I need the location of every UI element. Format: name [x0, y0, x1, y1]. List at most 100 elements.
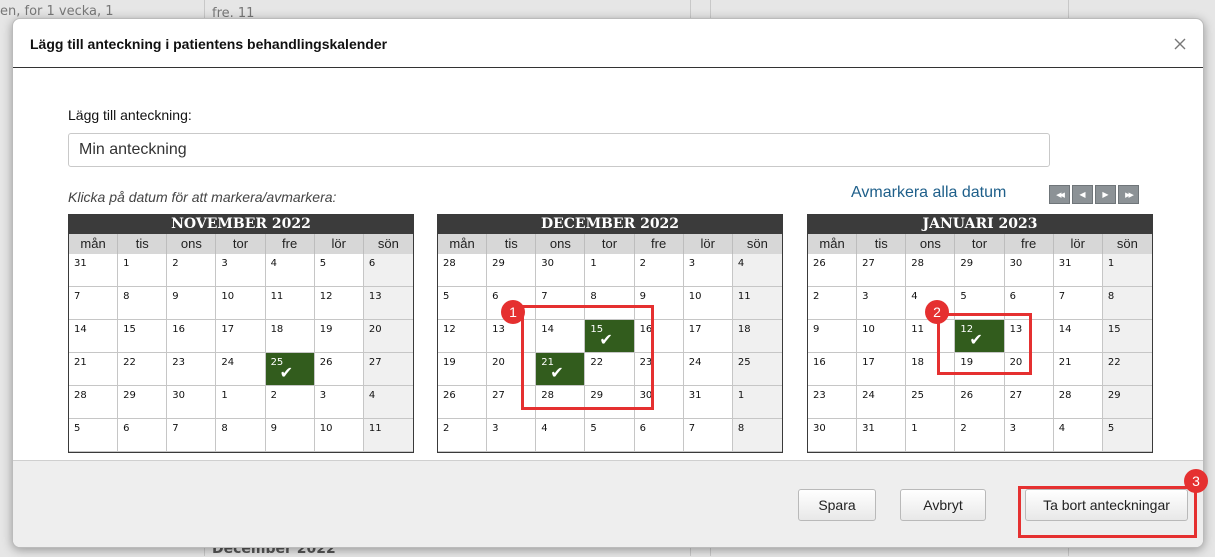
- date-cell[interactable]: 11: [732, 287, 782, 320]
- date-cell[interactable]: 4: [1053, 419, 1103, 452]
- date-cell[interactable]: 22: [118, 353, 168, 386]
- date-cell[interactable]: 5: [69, 419, 119, 452]
- date-cell[interactable]: 10: [216, 287, 266, 320]
- date-cell[interactable]: 13: [1004, 320, 1054, 353]
- save-button[interactable]: Spara: [798, 489, 876, 521]
- date-cell[interactable]: 7: [1053, 287, 1103, 320]
- date-cell[interactable]: 31: [1053, 254, 1103, 287]
- next-month-button[interactable]: ▶: [1095, 185, 1116, 204]
- date-cell[interactable]: 6: [634, 419, 684, 452]
- date-cell[interactable]: 1: [1102, 254, 1152, 287]
- date-cell[interactable]: 17: [683, 320, 733, 353]
- date-cell[interactable]: 21: [1053, 353, 1103, 386]
- date-cell[interactable]: 30: [808, 419, 858, 452]
- date-cell[interactable]: 14: [1053, 320, 1103, 353]
- last-month-button[interactable]: ▶▶: [1118, 185, 1139, 204]
- date-cell[interactable]: 10: [314, 419, 364, 452]
- close-icon[interactable]: [1173, 38, 1187, 52]
- date-cell[interactable]: 29: [955, 254, 1005, 287]
- date-cell[interactable]: 9: [634, 287, 684, 320]
- date-cell[interactable]: 29: [1102, 386, 1152, 419]
- date-cell[interactable]: 31: [857, 419, 907, 452]
- date-cell[interactable]: 7: [536, 287, 586, 320]
- date-cell[interactable]: 1: [585, 254, 635, 287]
- date-cell[interactable]: 26: [955, 386, 1005, 419]
- date-cell[interactable]: 10: [857, 320, 907, 353]
- date-cell[interactable]: 30: [634, 386, 684, 419]
- date-cell[interactable]: 2: [167, 254, 217, 287]
- date-cell[interactable]: 7: [683, 419, 733, 452]
- date-cell[interactable]: 3: [1004, 419, 1054, 452]
- date-cell[interactable]: 16: [167, 320, 217, 353]
- first-month-button[interactable]: ◀◀: [1049, 185, 1070, 204]
- date-cell[interactable]: 6: [363, 254, 413, 287]
- date-cell[interactable]: 15: [118, 320, 168, 353]
- date-cell[interactable]: 22: [585, 353, 635, 386]
- date-cell[interactable]: 28: [906, 254, 956, 287]
- date-cell[interactable]: 13: [487, 320, 537, 353]
- date-cell[interactable]: 4: [265, 254, 315, 287]
- date-cell[interactable]: 5: [1102, 419, 1152, 452]
- date-cell[interactable]: 8: [118, 287, 168, 320]
- date-cell[interactable]: 17: [857, 353, 907, 386]
- date-cell[interactable]: 25: [906, 386, 956, 419]
- date-cell[interactable]: 25: [732, 353, 782, 386]
- date-cell[interactable]: 16: [808, 353, 858, 386]
- date-cell[interactable]: 8: [1102, 287, 1152, 320]
- date-cell[interactable]: 2: [634, 254, 684, 287]
- date-cell[interactable]: 10: [683, 287, 733, 320]
- date-cell[interactable]: 4: [536, 419, 586, 452]
- date-cell[interactable]: 20: [363, 320, 413, 353]
- date-cell[interactable]: 11: [363, 419, 413, 452]
- date-cell[interactable]: 22: [1102, 353, 1152, 386]
- date-cell[interactable]: 2: [265, 386, 315, 419]
- prev-month-button[interactable]: ◀: [1072, 185, 1093, 204]
- date-cell[interactable]: 2: [808, 287, 858, 320]
- date-cell[interactable]: 5: [955, 287, 1005, 320]
- date-cell[interactable]: 1: [118, 254, 168, 287]
- date-cell[interactable]: 31: [69, 254, 119, 287]
- date-cell[interactable]: 28: [438, 254, 488, 287]
- date-cell[interactable]: 26: [438, 386, 488, 419]
- note-input[interactable]: [68, 133, 1050, 167]
- date-cell[interactable]: 23: [167, 353, 217, 386]
- date-cell[interactable]: 31: [683, 386, 733, 419]
- date-cell[interactable]: 3: [683, 254, 733, 287]
- date-cell[interactable]: 19: [438, 353, 488, 386]
- date-cell[interactable]: 3: [314, 386, 364, 419]
- date-cell[interactable]: 3: [487, 419, 537, 452]
- date-cell[interactable]: 26: [808, 254, 858, 287]
- date-cell[interactable]: 11: [906, 320, 956, 353]
- date-cell[interactable]: 6: [118, 419, 168, 452]
- date-cell[interactable]: 5: [585, 419, 635, 452]
- cancel-button[interactable]: Avbryt: [900, 489, 986, 521]
- date-cell[interactable]: 30: [536, 254, 586, 287]
- date-cell[interactable]: 14: [536, 320, 586, 353]
- date-cell[interactable]: 27: [1004, 386, 1054, 419]
- date-cell[interactable]: 28: [536, 386, 586, 419]
- date-cell[interactable]: 18: [906, 353, 956, 386]
- date-cell[interactable]: 30: [167, 386, 217, 419]
- date-cell[interactable]: 27: [487, 386, 537, 419]
- date-cell[interactable]: 2: [955, 419, 1005, 452]
- date-cell[interactable]: 26: [314, 353, 364, 386]
- date-cell-selected[interactable]: 12 ✔: [955, 320, 1005, 353]
- date-cell[interactable]: 21: [69, 353, 119, 386]
- date-cell[interactable]: 3: [216, 254, 266, 287]
- date-cell-selected[interactable]: 15 ✔: [585, 320, 635, 353]
- date-cell-selected[interactable]: 25 ✔: [265, 353, 315, 386]
- date-cell[interactable]: 5: [438, 287, 488, 320]
- date-cell[interactable]: 28: [69, 386, 119, 419]
- date-cell[interactable]: 29: [487, 254, 537, 287]
- date-cell[interactable]: 19: [314, 320, 364, 353]
- deselect-all-link[interactable]: Avmarkera alla datum: [851, 184, 1006, 202]
- date-cell[interactable]: 20: [1004, 353, 1054, 386]
- date-cell[interactable]: 18: [265, 320, 315, 353]
- date-cell[interactable]: 9: [808, 320, 858, 353]
- date-cell[interactable]: 13: [363, 287, 413, 320]
- date-cell[interactable]: 24: [683, 353, 733, 386]
- date-cell[interactable]: 15: [1102, 320, 1152, 353]
- date-cell[interactable]: 27: [857, 254, 907, 287]
- remove-notes-button[interactable]: Ta bort anteckningar: [1025, 489, 1188, 521]
- date-cell[interactable]: 14: [69, 320, 119, 353]
